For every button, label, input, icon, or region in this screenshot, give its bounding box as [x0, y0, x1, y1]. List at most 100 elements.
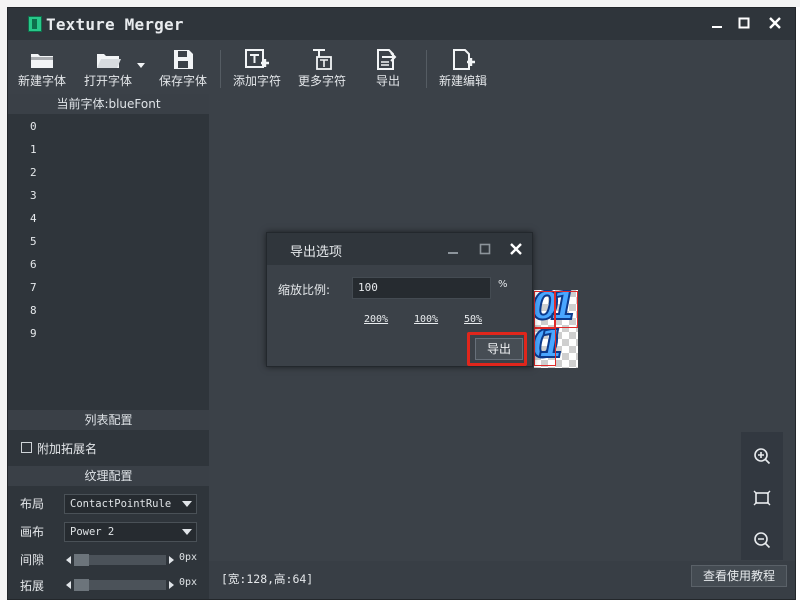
arrow-right-icon[interactable] — [169, 556, 174, 564]
title-bar[interactable]: Texture Merger — [8, 8, 795, 40]
left-panel: 当前字体:blueFont 0 1 2 3 4 5 6 7 8 9 列表配置 附… — [8, 94, 209, 599]
maximize-icon — [738, 17, 750, 29]
layout-label: 布局 — [20, 497, 45, 511]
scale-input[interactable]: 100 — [352, 277, 491, 299]
add-char-button[interactable]: 添加字符 — [230, 48, 284, 92]
desktop-background — [0, 0, 800, 7]
list-config-header: 列表配置 — [8, 410, 209, 430]
gap-label: 间隙 — [20, 553, 45, 567]
gap-value: 0px — [179, 552, 198, 563]
canvas-select[interactable]: Power 2 — [64, 522, 197, 542]
export-label: 导出 — [375, 74, 400, 88]
save-font-button[interactable]: 保存字体 — [156, 48, 210, 92]
toolbar: 新建字体 打开字体 保存字体 添加字符 更多字符 导出 新建编辑 — [8, 40, 795, 94]
scale-label: 缩放比例: — [278, 283, 331, 297]
fit-icon — [753, 490, 771, 506]
dialog-close-button[interactable] — [505, 238, 527, 260]
list-item[interactable]: 2 — [30, 166, 37, 179]
dialog-title-bar[interactable]: 导出选项 — [267, 233, 532, 265]
app-logo-icon — [28, 16, 42, 32]
zoom-out-icon — [754, 532, 771, 549]
add-text-icon — [245, 49, 269, 68]
maximize-icon — [479, 243, 491, 255]
zoom-in-icon — [754, 448, 771, 465]
status-bar: [宽:128,高:64] 查看使用教程 — [209, 561, 795, 599]
new-font-button[interactable]: 新建字体 — [16, 48, 68, 92]
texture-preview: 0 1 0 1 — [534, 290, 578, 368]
dialog-export-button[interactable]: 导出 — [475, 338, 523, 360]
more-chars-label: 更多字符 — [297, 74, 346, 88]
dialog-minimize-button[interactable] — [442, 238, 464, 260]
list-item[interactable]: 6 — [30, 258, 37, 271]
export-button[interactable]: 导出 — [368, 48, 408, 92]
zoom-toolbar — [741, 432, 783, 560]
export-icon — [377, 49, 397, 70]
expand-value: 0px — [179, 577, 198, 588]
zoom-out-button[interactable] — [752, 530, 772, 550]
minimize-button[interactable] — [704, 11, 730, 35]
texture-size-text: [宽:128,高:64] — [221, 572, 314, 586]
expand-label: 拓展 — [20, 579, 45, 593]
list-item[interactable]: 8 — [30, 304, 37, 317]
fit-button[interactable] — [752, 488, 772, 508]
folder-icon — [31, 54, 53, 68]
arrow-right-icon[interactable] — [169, 581, 174, 589]
layout-select[interactable]: ContactPointRule — [64, 494, 197, 514]
new-file-icon — [453, 49, 475, 70]
dialog-title: 导出选项 — [290, 245, 343, 260]
open-font-button[interactable]: 打开字体 — [78, 48, 138, 92]
texture-config-header: 纹理配置 — [8, 466, 209, 486]
new-font-label: 新建字体 — [17, 74, 66, 88]
preset-200-link[interactable]: 200% — [364, 314, 388, 325]
list-item[interactable]: 4 — [30, 212, 37, 225]
list-item[interactable]: 0 — [30, 120, 37, 133]
desktop-background-left — [0, 0, 7, 600]
arrow-left-icon[interactable] — [66, 556, 71, 564]
more-text-icon — [313, 49, 332, 70]
arrow-left-icon[interactable] — [66, 581, 71, 589]
canvas-value: Power 2 — [70, 526, 115, 538]
open-font-dropdown[interactable] — [135, 62, 147, 72]
zoom-in-button[interactable] — [752, 446, 772, 466]
save-font-label: 保存字体 — [158, 74, 207, 88]
chevron-down-icon — [182, 501, 192, 507]
slider-thumb[interactable] — [74, 579, 89, 591]
close-button[interactable] — [762, 11, 788, 35]
chevron-down-icon — [137, 63, 145, 68]
glyph-bounds — [554, 291, 578, 328]
minimize-icon — [712, 26, 722, 28]
maximize-button[interactable] — [731, 11, 757, 35]
canvas-label: 画布 — [20, 525, 45, 539]
expand-slider[interactable] — [66, 579, 174, 591]
preset-50-link[interactable]: 50% — [464, 314, 482, 325]
export-highlight: 导出 — [467, 332, 527, 366]
list-item[interactable]: 3 — [30, 189, 37, 202]
list-item[interactable]: 9 — [30, 327, 37, 340]
glyph-bounds — [534, 291, 556, 328]
tutorial-button[interactable]: 查看使用教程 — [691, 565, 787, 587]
save-icon — [174, 50, 193, 69]
new-edit-label: 新建编辑 — [438, 74, 487, 88]
export-options-dialog: 导出选项 缩放比例: 100 % 200% 100% 50% 导出 — [266, 232, 533, 367]
list-item[interactable]: 5 — [30, 235, 37, 248]
more-chars-button[interactable]: 更多字符 — [295, 48, 349, 92]
append-ext-label[interactable]: 附加拓展名 — [37, 440, 97, 457]
preset-100-link[interactable]: 100% — [414, 314, 438, 325]
new-edit-button[interactable]: 新建编辑 — [436, 48, 490, 92]
list-item[interactable]: 7 — [30, 281, 37, 294]
add-char-label: 添加字符 — [232, 74, 281, 88]
open-folder-icon — [97, 54, 121, 68]
list-item[interactable]: 1 — [30, 143, 37, 156]
toolbar-separator — [426, 50, 427, 88]
scale-unit: % — [498, 279, 508, 290]
dialog-maximize-button[interactable] — [474, 238, 496, 260]
close-icon — [510, 243, 522, 255]
toolbar-separator — [220, 50, 221, 88]
window-title: Texture Merger — [46, 15, 184, 34]
layout-value: ContactPointRule — [70, 498, 172, 510]
append-ext-checkbox[interactable] — [21, 442, 32, 453]
gap-slider[interactable] — [66, 554, 174, 566]
glyph-bounds — [534, 328, 556, 366]
close-icon — [769, 17, 781, 29]
slider-thumb[interactable] — [74, 554, 89, 566]
